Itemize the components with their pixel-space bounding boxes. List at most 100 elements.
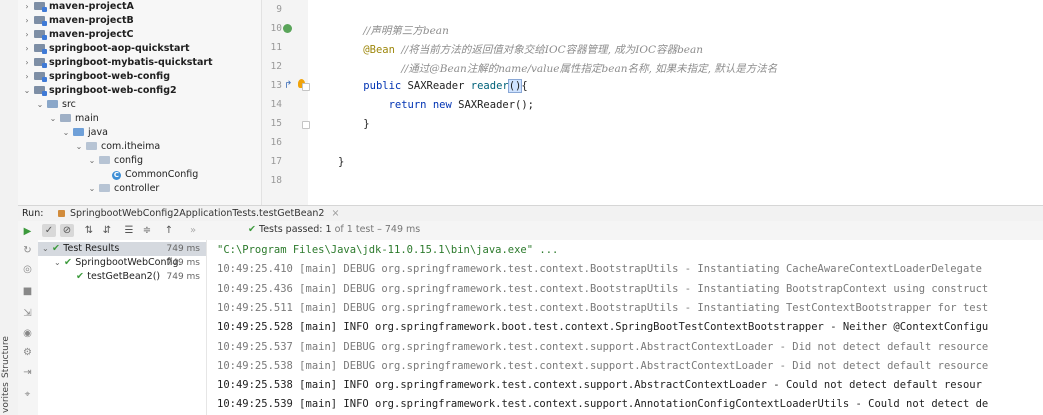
sort-alpha-icon[interactable]: ⇅ bbox=[82, 224, 96, 237]
module-icon bbox=[34, 2, 47, 12]
structure-tool-label[interactable]: Structure bbox=[1, 336, 11, 378]
expand-arrow-icon[interactable]: ⌄ bbox=[54, 256, 64, 270]
run-toolbar: ✓ ⊘ ⇅ ⇵ ☰ ≑ ↑ » ✔ Tests passed: 1 of 1 t… bbox=[38, 221, 1043, 241]
expand-arrow-icon[interactable]: › bbox=[22, 14, 32, 28]
run-config-tab[interactable]: SpringbootWebConfig2ApplicationTests.tes… bbox=[58, 206, 339, 221]
module-icon bbox=[34, 44, 47, 54]
code-token: @Bean bbox=[363, 44, 395, 56]
previous-test-icon[interactable]: ↑ bbox=[162, 224, 176, 237]
expand-arrow-icon[interactable]: ⌄ bbox=[87, 182, 97, 196]
expand-arrow-icon[interactable]: ⌄ bbox=[87, 154, 97, 168]
tree-item[interactable]: ⌄ controller bbox=[87, 182, 160, 196]
expand-arrow-icon[interactable]: › bbox=[22, 42, 32, 56]
collapse-all-icon[interactable]: ≑ bbox=[140, 224, 154, 237]
code-line: public SAXReader reader(){ bbox=[338, 79, 528, 93]
tree-item-label: config bbox=[114, 155, 144, 166]
tree-item[interactable]: › maven-projectB bbox=[22, 14, 134, 28]
code-line: } bbox=[338, 156, 344, 168]
test-tree-row[interactable]: ⌄ ✔ SpringbootWebConfig. 749 ms bbox=[38, 256, 206, 270]
restore-layout-icon[interactable]: ⇥ bbox=[22, 368, 33, 378]
code-token: //声明第三方bean bbox=[363, 25, 449, 37]
expand-arrow-icon[interactable]: ⌄ bbox=[74, 140, 84, 154]
tree-item[interactable]: › springboot-web-config bbox=[22, 70, 170, 84]
folder-icon bbox=[86, 142, 97, 150]
close-tab-icon[interactable]: × bbox=[332, 208, 340, 219]
code-line: //声明第三方bean bbox=[338, 23, 449, 38]
tree-item[interactable]: ⌄ src bbox=[35, 98, 76, 112]
code-token: SAXReader bbox=[401, 80, 471, 92]
console-output[interactable]: "C:\Program Files\Java\jdk-11.0.15.1\bin… bbox=[207, 240, 1043, 415]
rerun-failed-icon[interactable]: ↻ bbox=[22, 246, 33, 256]
fold-icon[interactable] bbox=[302, 83, 310, 91]
folder-icon bbox=[99, 184, 110, 192]
run-label: Run: bbox=[22, 208, 44, 219]
show-ignored-icon[interactable]: ⊘ bbox=[60, 224, 74, 237]
expand-arrow-icon[interactable]: ⌄ bbox=[35, 98, 45, 112]
expand-arrow-icon[interactable]: ⌄ bbox=[42, 242, 52, 256]
tree-item[interactable]: ⌄ config bbox=[87, 154, 143, 168]
code-token: //通过@Bean注解的name/value属性指定bean名称, 如果未指定,… bbox=[401, 63, 778, 75]
more-actions-icon[interactable]: » bbox=[186, 224, 200, 237]
expand-arrow-icon[interactable]: ⌄ bbox=[22, 84, 32, 98]
folder-icon bbox=[47, 100, 58, 108]
code-editor[interactable]: //声明第三方bean @Bean //将当前方法的返回值对象交给IOC容器管理… bbox=[302, 0, 1043, 205]
tree-item[interactable]: › springboot-aop-quickstart bbox=[22, 42, 190, 56]
expand-arrow-icon[interactable]: › bbox=[22, 28, 32, 42]
tree-item-label: CommonConfig bbox=[125, 169, 199, 180]
tree-item[interactable]: › maven-projectA bbox=[22, 0, 134, 14]
tree-item[interactable]: ⌄ main bbox=[48, 112, 99, 126]
tree-item-label: springboot-web-config2 bbox=[49, 85, 177, 96]
code-token: public bbox=[363, 80, 402, 92]
export-icon[interactable]: ⇲ bbox=[22, 309, 33, 319]
camera-icon[interactable]: ◉ bbox=[22, 329, 33, 339]
fold-icon[interactable] bbox=[302, 121, 310, 129]
expand-arrow-icon[interactable]: › bbox=[22, 56, 32, 70]
favorites-tool-label[interactable]: vorites bbox=[1, 382, 11, 413]
rerun-icon[interactable]: ▶ bbox=[22, 227, 33, 237]
folder-icon bbox=[73, 128, 84, 136]
module-icon bbox=[34, 72, 47, 82]
test-duration: 749 ms bbox=[166, 258, 201, 268]
test-tree-row[interactable]: ⌄ ✔ Test Results 749 ms bbox=[38, 242, 206, 256]
expand-arrow-icon[interactable]: › bbox=[22, 70, 32, 84]
tree-item[interactable]: ⌄ java bbox=[61, 126, 108, 140]
pin-icon[interactable]: ⌖ bbox=[22, 390, 33, 400]
bean-gutter-icon[interactable] bbox=[283, 24, 292, 33]
code-token: //将当前方法的返回值对象交给IOC容器管理, 成为IOC容器bean bbox=[401, 44, 704, 56]
show-passed-icon[interactable]: ✓ bbox=[42, 224, 56, 237]
tree-item[interactable]: C CommonConfig bbox=[100, 168, 198, 182]
tree-item-label: main bbox=[75, 113, 99, 124]
console-line: 10:49:25.537 [main] DEBUG org.springfram… bbox=[217, 340, 989, 353]
tree-item[interactable]: › maven-projectC bbox=[22, 28, 134, 42]
tree-item-label: controller bbox=[114, 183, 160, 194]
passed-check-icon: ✔ bbox=[248, 224, 256, 235]
project-tree: › maven-projectA › maven-projectB › maven-pro… bbox=[18, 0, 262, 205]
tree-item-label: maven-projectB bbox=[49, 15, 134, 26]
tree-item-label: maven-projectC bbox=[49, 29, 134, 40]
run-tab-bar: Run: SpringbootWebConfig2ApplicationTest… bbox=[18, 205, 1043, 221]
sort-duration-icon[interactable]: ⇵ bbox=[100, 224, 114, 237]
test-status-main: Tests passed: bbox=[259, 224, 326, 235]
expand-all-icon[interactable]: ☰ bbox=[122, 224, 136, 237]
tree-item[interactable]: › springboot-mybatis-quickstart bbox=[22, 56, 213, 70]
expand-arrow-icon[interactable]: ⌄ bbox=[48, 112, 58, 126]
settings-icon[interactable]: ⚙ bbox=[22, 348, 33, 358]
toggle-auto-test-icon[interactable]: ◎ bbox=[22, 265, 33, 275]
passed-check-icon: ✔ bbox=[52, 243, 64, 254]
console-line: 10:49:25.410 [main] DEBUG org.springfram… bbox=[217, 263, 982, 276]
tree-item[interactable]: ⌄ springboot-web-config2 bbox=[22, 84, 177, 98]
line-number: 17 bbox=[270, 156, 282, 167]
test-tree-row[interactable]: ✔ testGetBean2() 749 ms bbox=[38, 270, 206, 284]
implement-gutter-icon[interactable]: ↱ bbox=[284, 80, 292, 91]
console-line: 10:49:25.511 [main] DEBUG org.springfram… bbox=[217, 301, 989, 314]
code-token: SAXReader(); bbox=[451, 99, 534, 111]
test-status-sub: of 1 test – 749 ms bbox=[331, 224, 421, 235]
expand-arrow-icon[interactable]: › bbox=[22, 0, 32, 14]
tree-item[interactable]: ⌄ com.itheima bbox=[74, 140, 161, 154]
module-icon bbox=[34, 58, 47, 68]
expand-arrow-icon[interactable]: ⌄ bbox=[61, 126, 71, 140]
console-line: "C:\Program Files\Java\jdk-11.0.15.1\bin… bbox=[217, 244, 559, 256]
stop-icon[interactable]: ■ bbox=[22, 287, 33, 297]
